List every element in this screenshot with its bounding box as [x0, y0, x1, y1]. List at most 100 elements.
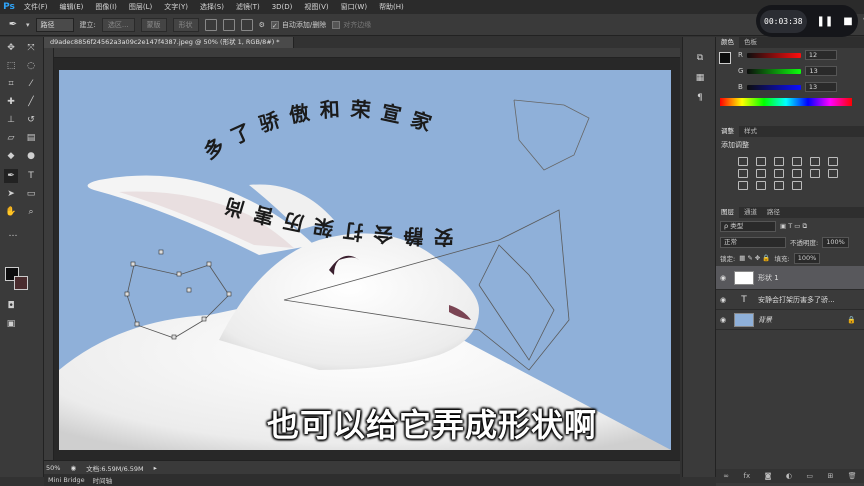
- layer-name[interactable]: 形状 1: [758, 273, 779, 283]
- color-lookup-icon[interactable]: [810, 169, 820, 178]
- tab-channels[interactable]: 通道: [739, 207, 762, 218]
- blend-mode-select[interactable]: 正常: [720, 236, 786, 248]
- new-layer-icon[interactable]: ⊞: [827, 472, 833, 480]
- channel-mixer-icon[interactable]: [792, 169, 802, 178]
- history-panel-icon[interactable]: ⧉: [693, 51, 707, 65]
- eye-icon[interactable]: ◉: [716, 274, 730, 282]
- selective-color-icon[interactable]: [774, 181, 784, 190]
- exposure-icon[interactable]: [792, 157, 802, 166]
- menu-file[interactable]: 文件(F): [18, 0, 54, 14]
- brightness-icon[interactable]: [738, 157, 748, 166]
- zoom-level[interactable]: 50%: [46, 464, 60, 472]
- menu-image[interactable]: 图像(I): [89, 0, 123, 14]
- lasso-tool-icon[interactable]: ◌: [24, 59, 38, 73]
- menu-select[interactable]: 选择(S): [194, 0, 230, 14]
- eye-icon[interactable]: ◉: [716, 296, 730, 304]
- red-value[interactable]: 12: [804, 50, 837, 60]
- invert-icon[interactable]: [828, 169, 838, 178]
- pause-icon[interactable]: ❚❚: [817, 16, 834, 27]
- type-tool-icon[interactable]: T: [24, 169, 38, 183]
- zoom-tool-icon[interactable]: ⌕: [24, 205, 38, 219]
- tab-paths[interactable]: 路径: [762, 207, 785, 218]
- path-alignment-icon[interactable]: [222, 18, 235, 31]
- menu-filter[interactable]: 滤镜(T): [230, 0, 266, 14]
- pen-tool-icon[interactable]: ✒: [4, 169, 18, 183]
- link-icon[interactable]: ∞: [723, 472, 729, 480]
- black-white-icon[interactable]: [756, 169, 766, 178]
- menu-layer[interactable]: 图层(L): [123, 0, 158, 14]
- tab-styles[interactable]: 样式: [739, 126, 762, 137]
- threshold-icon[interactable]: [756, 181, 766, 190]
- eraser-tool-icon[interactable]: ▱: [4, 131, 18, 145]
- properties-panel-icon[interactable]: ▦: [693, 71, 707, 85]
- document-tab[interactable]: d9adec8856f24562a3a09c2e147f4387.jpeg @ …: [44, 37, 294, 48]
- stamp-tool-icon[interactable]: ⊥: [4, 113, 18, 127]
- healing-tool-icon[interactable]: ✚: [4, 95, 18, 109]
- blue-slider[interactable]: [746, 84, 801, 90]
- quick-mask-icon[interactable]: ◘: [4, 299, 18, 313]
- history-brush-icon[interactable]: ↺: [24, 113, 38, 127]
- selection-button[interactable]: 选区...: [101, 17, 135, 32]
- artboard-tool-icon[interactable]: ⤧: [24, 41, 38, 55]
- menu-help[interactable]: 帮助(H): [373, 0, 410, 14]
- blue-value[interactable]: 13: [804, 82, 837, 92]
- eyedropper-tool-icon[interactable]: ⁄: [24, 77, 38, 91]
- fill-input[interactable]: 100%: [793, 252, 821, 264]
- align-edges-checkbox[interactable]: [332, 20, 341, 29]
- chevron-down-icon[interactable]: ▾: [26, 21, 30, 29]
- photo-filter-icon[interactable]: [774, 169, 784, 178]
- layer-row[interactable]: ◉ 形状 1: [716, 266, 864, 290]
- opacity-input[interactable]: 100%: [822, 236, 849, 248]
- color-spectrum-bar[interactable]: [720, 98, 852, 106]
- red-slider[interactable]: [746, 52, 801, 58]
- menu-window[interactable]: 窗口(W): [335, 0, 373, 14]
- green-value[interactable]: 13: [805, 66, 838, 76]
- mask-button[interactable]: 蒙版: [140, 17, 167, 32]
- stop-icon[interactable]: ■: [843, 16, 852, 27]
- path-select-tool-icon[interactable]: ➤: [4, 187, 18, 201]
- gradient-map-icon[interactable]: [792, 181, 802, 190]
- fx-icon[interactable]: fx: [744, 472, 751, 480]
- vibrance-icon[interactable]: [810, 157, 820, 166]
- screen-mode-icon[interactable]: ▣: [4, 317, 18, 331]
- background-color-swatch[interactable]: [14, 276, 28, 290]
- layer-kind-select[interactable]: ρ 类型: [720, 220, 776, 232]
- tab-mini-bridge[interactable]: Mini Bridge: [48, 476, 85, 484]
- adjustment-layer-icon[interactable]: ◐: [786, 472, 792, 480]
- pen-tool-icon[interactable]: ✒: [6, 18, 20, 32]
- tab-swatches[interactable]: 色板: [739, 37, 762, 48]
- menu-view[interactable]: 视图(V): [298, 0, 334, 14]
- path-operations-icon[interactable]: [204, 18, 217, 31]
- layer-name[interactable]: 安静会打架历害多了骄...: [758, 295, 835, 305]
- color-balance-icon[interactable]: [738, 169, 748, 178]
- lock-icons[interactable]: ▦ ✎ ✥ 🔒: [739, 254, 770, 262]
- tab-adjustments[interactable]: 调整: [716, 126, 739, 137]
- hue-saturation-icon[interactable]: [828, 157, 838, 166]
- mode-select[interactable]: 路径: [35, 17, 74, 32]
- auto-add-delete-checkbox[interactable]: ✓: [270, 20, 279, 30]
- tab-timeline[interactable]: 时间轴: [93, 475, 113, 485]
- green-slider[interactable]: [747, 68, 802, 74]
- dodge-tool-icon[interactable]: ●: [24, 149, 38, 163]
- levels-icon[interactable]: [756, 157, 766, 166]
- folder-icon[interactable]: ▭: [806, 472, 813, 480]
- move-tool-icon[interactable]: ✥: [4, 41, 18, 55]
- layer-row[interactable]: ◉ T 安静会打架历害多了骄...: [716, 290, 864, 310]
- tab-color[interactable]: 颜色: [716, 37, 739, 48]
- marquee-tool-icon[interactable]: ⬚: [4, 59, 18, 73]
- rectangle-tool-icon[interactable]: ▭: [24, 187, 38, 201]
- crop-tool-icon[interactable]: ⌗: [4, 77, 18, 91]
- trash-icon[interactable]: 🗑: [848, 472, 857, 480]
- blur-tool-icon[interactable]: ◆: [4, 149, 18, 163]
- curves-icon[interactable]: [774, 157, 784, 166]
- align-edges-option[interactable]: 对齐边缘: [332, 20, 371, 30]
- layer-name[interactable]: 背景: [758, 315, 772, 325]
- posterize-icon[interactable]: [738, 181, 748, 190]
- hand-tool-icon[interactable]: ✋: [4, 205, 18, 219]
- gradient-tool-icon[interactable]: ▤: [24, 131, 38, 145]
- layer-row[interactable]: ◉ 背景 🔒: [716, 310, 864, 330]
- chevron-right-icon[interactable]: ▸: [154, 464, 157, 472]
- eye-icon[interactable]: ◉: [716, 316, 730, 324]
- menu-type[interactable]: 文字(Y): [158, 0, 194, 14]
- filter-icons[interactable]: ▣ T ▭ ⧉: [780, 222, 807, 231]
